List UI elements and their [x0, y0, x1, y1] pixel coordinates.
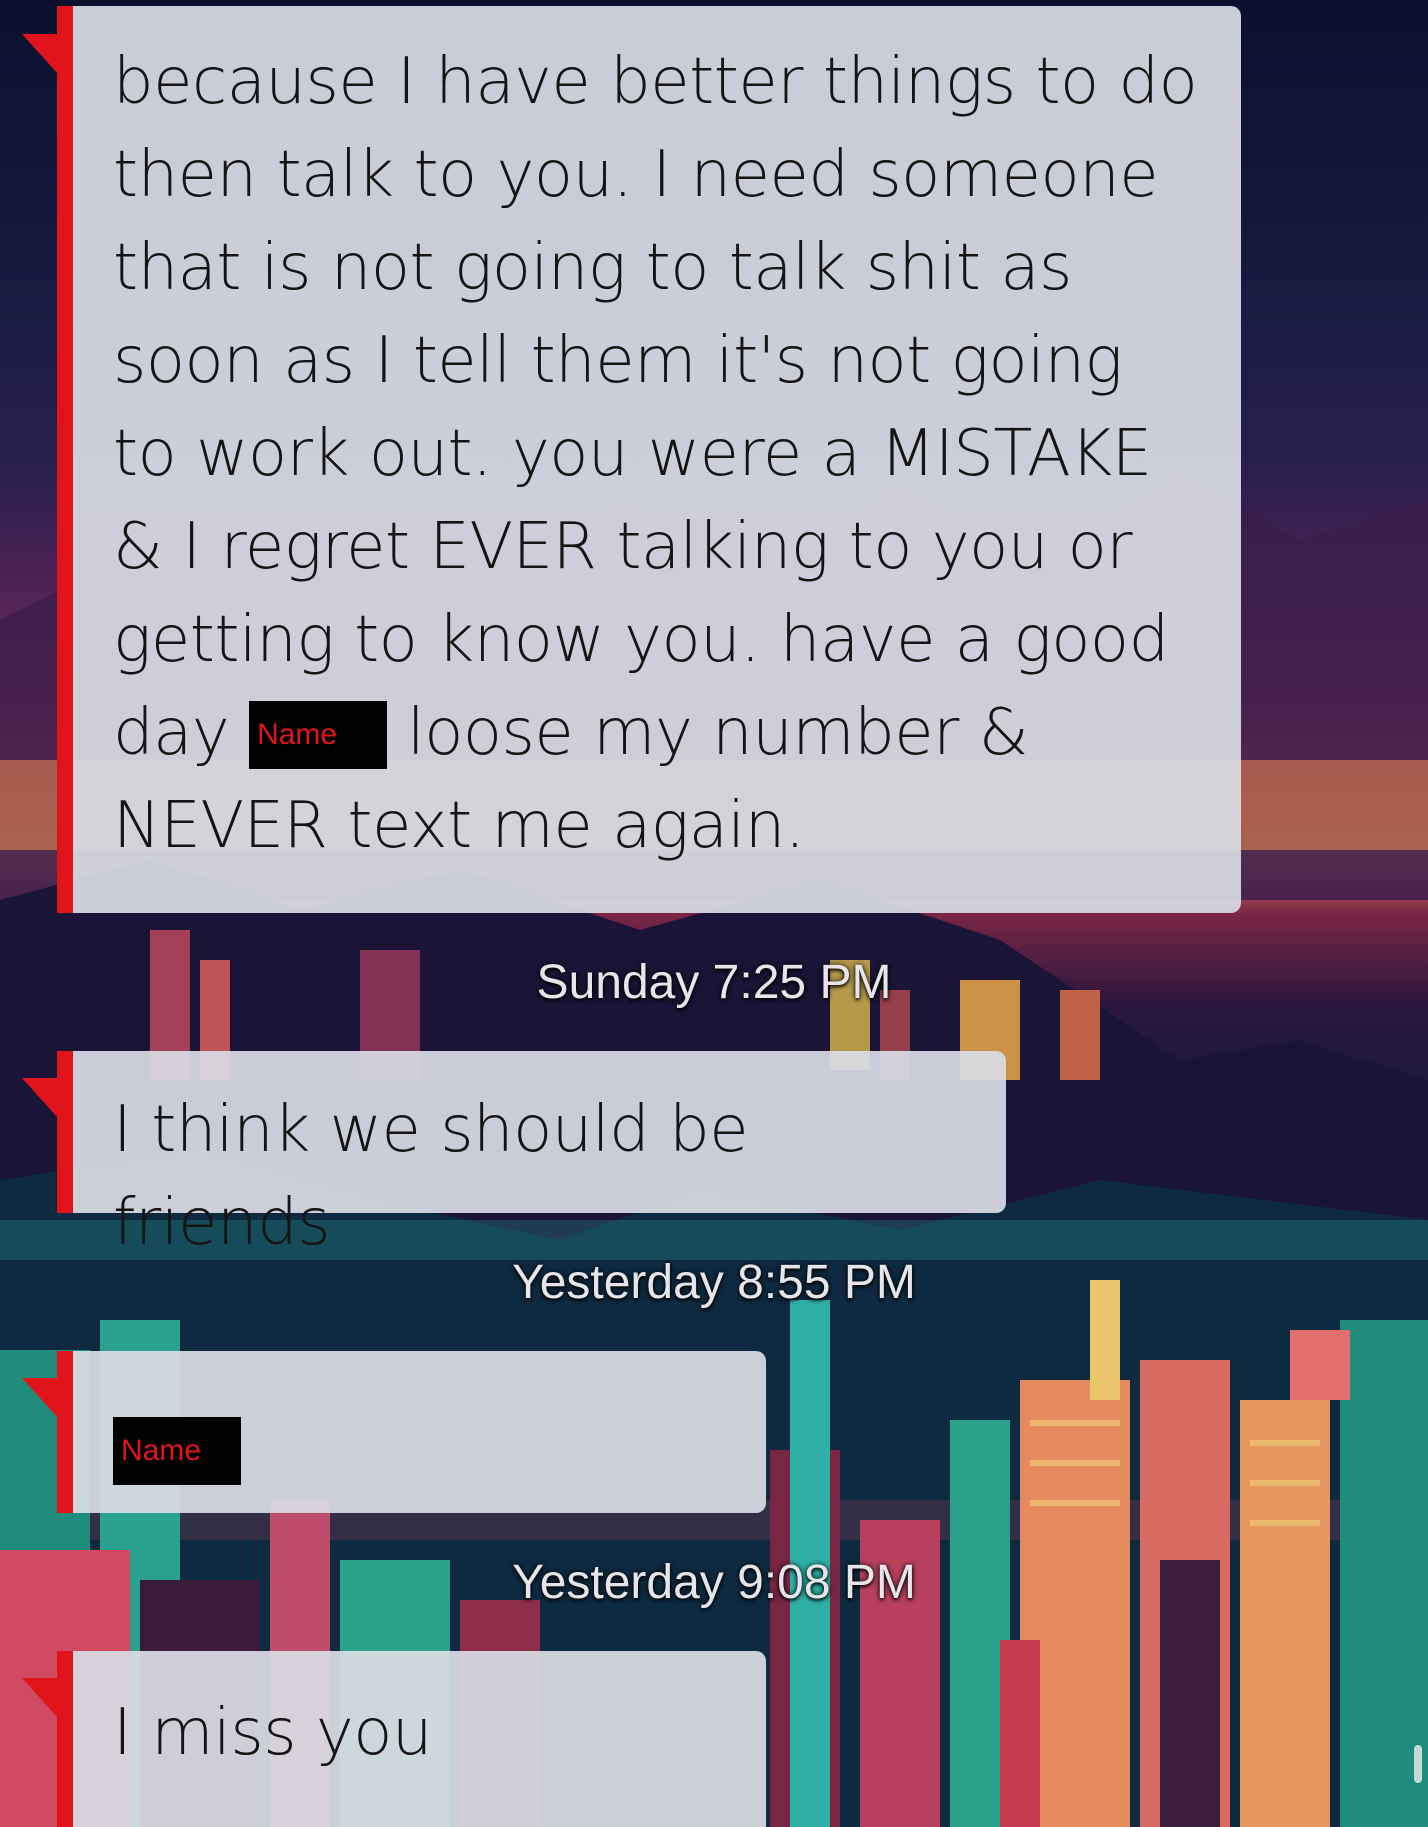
message-bubble[interactable]: I think we should be friends [57, 1051, 1006, 1260]
message-bubble[interactable]: Name [57, 1351, 766, 1513]
message-text: I think we should be friends [113, 1093, 749, 1260]
message-tail [22, 1678, 58, 1718]
message-text: because I have better things to do then … [113, 36, 1201, 873]
message-timestamp: Yesterday 8:55 PM [512, 1256, 916, 1309]
message-tail [22, 34, 58, 74]
chat-thread[interactable]: because I have better things to do then … [0, 0, 1428, 1827]
message-tail [22, 1078, 58, 1118]
message-timestamp: Sunday 7:25 PM [536, 956, 892, 1009]
message-timestamp: Yesterday 9:08 PM [512, 1556, 916, 1609]
redacted-name: Name [113, 1417, 242, 1485]
message-text: Name [113, 1405, 726, 1485]
scrollbar-thumb[interactable] [1414, 1745, 1422, 1783]
message-bubble[interactable]: because I have better things to do then … [57, 6, 1241, 913]
message-tail [22, 1378, 58, 1418]
message-bubble[interactable]: I miss you [57, 1651, 766, 1827]
message-text: I miss you [113, 1696, 432, 1770]
message-text-part: because I have better things to do then … [113, 45, 1198, 770]
redacted-name: Name [249, 701, 388, 769]
